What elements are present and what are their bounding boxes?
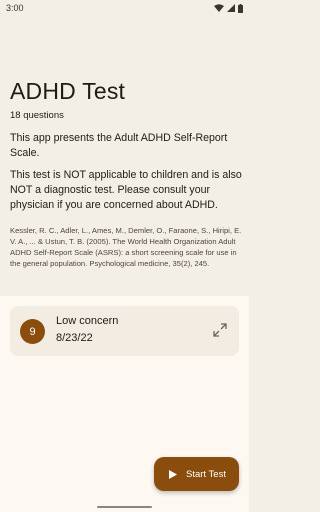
play-icon [169,469,177,479]
result-date: 8/23/22 [56,332,93,344]
start-test-label: Start Test [186,468,226,480]
status-bar: 3:00 [0,0,249,16]
gesture-handle[interactable] [97,506,152,508]
start-test-button[interactable]: Start Test [154,457,239,491]
question-count: 18 questions [10,110,64,121]
expand-icon[interactable] [213,323,227,337]
score-badge: 9 [20,319,45,344]
status-icons [214,3,243,13]
result-card[interactable]: 9 Low concern 8/23/22 [10,306,239,356]
signal-icon [227,4,235,12]
navigation-bar [0,502,249,512]
disclaimer-text: This test is NOT applicable to children … [10,169,242,211]
status-time: 3:00 [6,3,24,13]
citation-text: Kessler, R. C., Adler, L., Ames, M., Dem… [10,226,242,268]
header-section: ADHD Test 18 questions This app presents… [0,0,249,296]
intro-text: This app presents the Adult ADHD Self-Re… [10,132,228,159]
wifi-icon [214,4,224,12]
battery-icon [238,3,243,13]
result-label: Low concern [56,315,119,327]
page-title: ADHD Test [10,78,126,104]
